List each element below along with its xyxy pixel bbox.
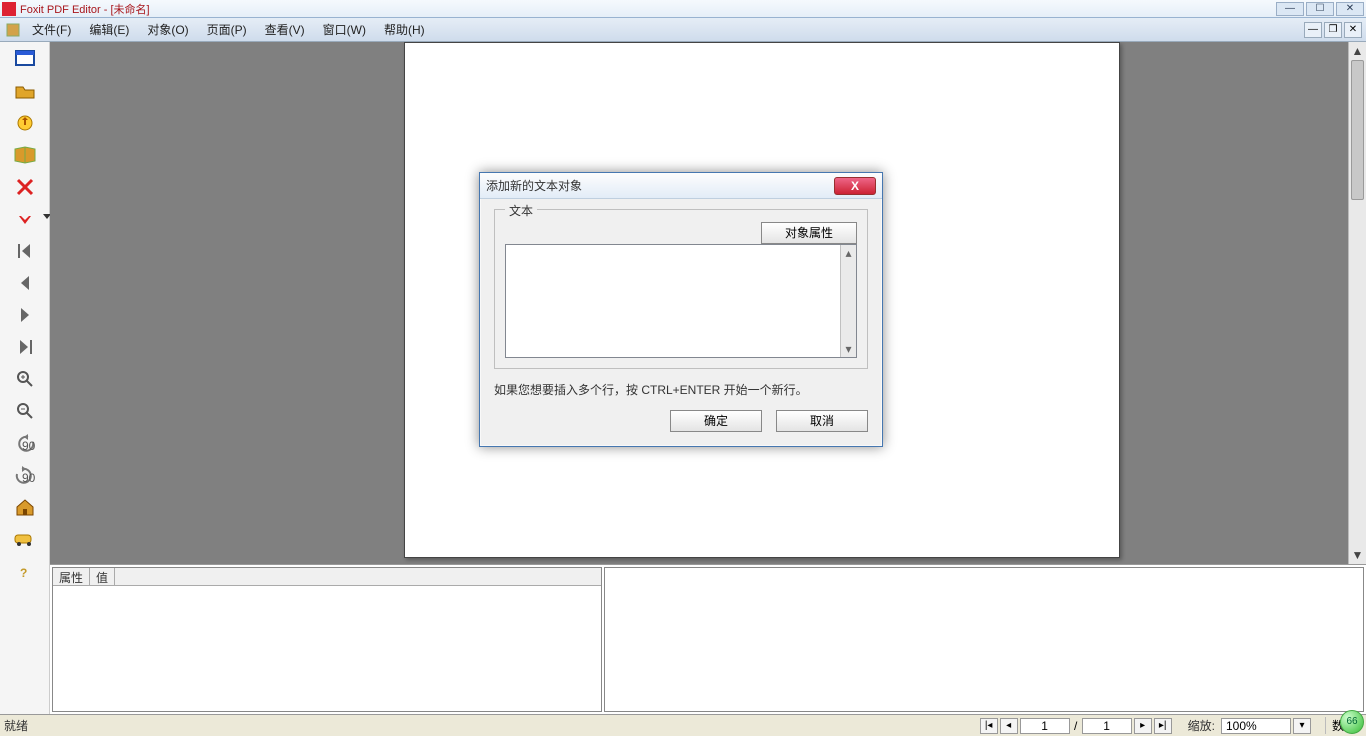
- home-icon[interactable]: [9, 494, 41, 520]
- mdi-close[interactable]: ✕: [1344, 22, 1362, 38]
- object-properties-button[interactable]: 对象属性: [761, 222, 857, 244]
- menu-window[interactable]: 窗口(W): [315, 19, 374, 40]
- svg-text:90: 90: [22, 439, 36, 453]
- text-groupbox: 文本 对象属性 ▴ ▾: [494, 209, 868, 369]
- properties-panel: 属性 值: [52, 567, 602, 712]
- dialog-buttons: 确定 取消: [494, 410, 868, 432]
- zoom-value[interactable]: 100%: [1221, 718, 1291, 734]
- app-menu-icon: [4, 21, 22, 39]
- menu-file[interactable]: 文件(F): [24, 19, 79, 40]
- first-page-icon[interactable]: [9, 238, 41, 264]
- titlebar: Foxit PDF Editor - [未命名] — ☐ ✕: [0, 0, 1366, 18]
- mdi-minimize[interactable]: —: [1304, 22, 1322, 38]
- text-input-wrap: ▴ ▾: [505, 244, 857, 358]
- scroll-up-arrow-icon[interactable]: ▲: [1349, 42, 1366, 60]
- svg-text:?: ?: [20, 566, 27, 580]
- help-icon[interactable]: ?: [9, 558, 41, 584]
- dialog-close-button[interactable]: X: [834, 177, 876, 195]
- ok-button[interactable]: 确定: [670, 410, 762, 432]
- app-icon: [2, 2, 16, 16]
- menu-page[interactable]: 页面(P): [199, 19, 255, 40]
- scroll-thumb[interactable]: [1351, 60, 1364, 200]
- menubar: 文件(F) 编辑(E) 对象(O) 页面(P) 查看(V) 窗口(W) 帮助(H…: [0, 18, 1366, 42]
- mdi-restore[interactable]: ❐: [1324, 22, 1342, 38]
- ta-scroll-up-icon[interactable]: ▴: [841, 245, 856, 261]
- menu-object[interactable]: 对象(O): [139, 19, 196, 40]
- zoom-in-icon[interactable]: [9, 366, 41, 392]
- textarea-scrollbar[interactable]: ▴ ▾: [840, 245, 856, 357]
- maximize-button[interactable]: ☐: [1306, 2, 1334, 16]
- first-page-btn[interactable]: |◂: [980, 718, 998, 734]
- book-icon[interactable]: [9, 142, 41, 168]
- prev-page-btn[interactable]: ◂: [1000, 718, 1018, 734]
- svg-text:90: 90: [22, 471, 36, 485]
- status-badge[interactable]: 66: [1340, 710, 1364, 734]
- close-button[interactable]: ✕: [1336, 2, 1364, 16]
- page-current[interactable]: 1: [1020, 718, 1070, 734]
- import-arrow-icon[interactable]: [9, 206, 41, 232]
- statusbar: 就绪 |◂ ◂ 1 / 1 ▸ ▸| 缩放: 100% ▾ 数字 66: [0, 714, 1366, 736]
- info-panel: [604, 567, 1364, 712]
- cancel-button[interactable]: 取消: [776, 410, 868, 432]
- menu-view[interactable]: 查看(V): [257, 19, 313, 40]
- zoom-out-icon[interactable]: [9, 398, 41, 424]
- groupbox-legend: 文本: [505, 202, 537, 219]
- bottom-panels: 属性 值: [50, 564, 1366, 714]
- next-page-icon[interactable]: [9, 302, 41, 328]
- last-page-icon[interactable]: [9, 334, 41, 360]
- menu-help[interactable]: 帮助(H): [376, 19, 433, 40]
- window-controls: — ☐ ✕: [1276, 2, 1364, 16]
- last-page-btn[interactable]: ▸|: [1154, 718, 1172, 734]
- zoom-label: 缩放:: [1184, 717, 1219, 734]
- mdi-controls: — ❐ ✕: [1304, 22, 1366, 38]
- properties-header: 属性 值: [53, 568, 601, 586]
- app-title: Foxit PDF Editor - [未命名]: [20, 1, 150, 17]
- object-icon[interactable]: [9, 526, 41, 552]
- col-value[interactable]: 值: [90, 568, 115, 585]
- new-file-icon[interactable]: [9, 46, 41, 72]
- minimize-button[interactable]: —: [1276, 2, 1304, 16]
- rotate-left-icon[interactable]: 90: [9, 430, 41, 456]
- page-total: 1: [1082, 718, 1132, 734]
- zoom-dropdown[interactable]: ▾: [1293, 718, 1311, 734]
- open-folder-icon[interactable]: [9, 78, 41, 104]
- scroll-down-arrow-icon[interactable]: ▼: [1349, 546, 1366, 564]
- add-text-dialog: 添加新的文本对象 X 文本 对象属性 ▴ ▾ 如果您想要插入多个行，按 CTRL…: [479, 172, 883, 447]
- delete-icon[interactable]: [9, 174, 41, 200]
- dialog-hint: 如果您想要插入多个行，按 CTRL+ENTER 开始一个新行。: [494, 381, 868, 398]
- pager: |◂ ◂ 1 / 1 ▸ ▸| 缩放: 100% ▾ 数字: [980, 717, 1362, 734]
- status-ready: 就绪: [4, 717, 28, 734]
- menu-edit[interactable]: 编辑(E): [81, 19, 137, 40]
- prev-page-icon[interactable]: [9, 270, 41, 296]
- page-sep: /: [1072, 719, 1080, 733]
- vertical-scrollbar[interactable]: ▲ ▼: [1348, 42, 1366, 564]
- dialog-titlebar[interactable]: 添加新的文本对象 X: [480, 173, 882, 199]
- dialog-title: 添加新的文本对象: [486, 177, 582, 194]
- text-content-input[interactable]: [506, 245, 840, 357]
- rotate-right-icon[interactable]: 90: [9, 462, 41, 488]
- dialog-body: 文本 对象属性 ▴ ▾ 如果您想要插入多个行，按 CTRL+ENTER 开始一个…: [480, 199, 882, 446]
- col-property[interactable]: 属性: [53, 568, 90, 585]
- vertical-toolbar: 90 90 ?: [0, 42, 50, 714]
- export-icon[interactable]: [9, 110, 41, 136]
- ta-scroll-down-icon[interactable]: ▾: [841, 341, 856, 357]
- next-page-btn[interactable]: ▸: [1134, 718, 1152, 734]
